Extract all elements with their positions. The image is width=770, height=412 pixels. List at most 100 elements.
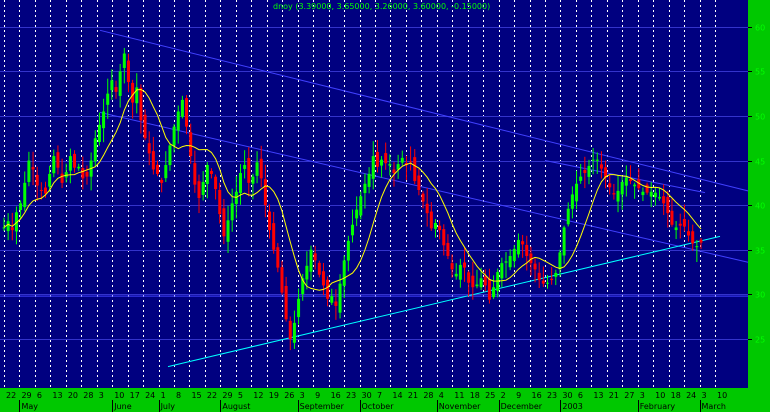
- candle-body: [131, 82, 135, 103]
- candle-body: [645, 184, 649, 193]
- candle-body: [562, 227, 566, 256]
- candle-body: [450, 263, 454, 270]
- candle-body: [122, 53, 126, 68]
- candle-body: [77, 166, 81, 169]
- candle-body: [288, 320, 292, 339]
- x-day-label: 17: [130, 391, 140, 400]
- candle-body: [575, 183, 579, 202]
- candle-body: [479, 278, 483, 288]
- x-day-label: 5: [238, 391, 243, 400]
- candle-body: [226, 220, 230, 242]
- candle-body: [263, 179, 267, 206]
- candle-body: [156, 164, 160, 174]
- candle-body: [81, 168, 85, 179]
- candle-body: [43, 187, 47, 194]
- candle-body: [533, 263, 537, 270]
- candle-body: [512, 248, 516, 262]
- x-day-label: 26: [284, 391, 294, 400]
- x-day-label: 19: [269, 391, 279, 400]
- candle-body: [658, 197, 662, 199]
- candle-body: [467, 272, 471, 283]
- candle-body: [214, 176, 218, 190]
- candle-body: [595, 159, 599, 161]
- candle-body: [521, 241, 525, 245]
- candle-body: [189, 132, 193, 157]
- x-month-label: September: [300, 402, 345, 411]
- candle-body: [666, 196, 670, 214]
- candle-body: [442, 229, 446, 246]
- x-day-label: 12: [253, 391, 263, 400]
- x-month-label: February: [640, 402, 676, 411]
- chart-title: dnoy (3.39000, 3.65000, 3.26000, 3.60000…: [273, 2, 490, 11]
- x-month-label: March: [702, 402, 726, 411]
- candle-body: [624, 177, 628, 186]
- candle-body: [164, 165, 168, 179]
- candle-body: [346, 240, 350, 261]
- candle-body: [255, 162, 259, 176]
- candle-body: [297, 298, 301, 318]
- candle-body: [662, 196, 666, 204]
- candle-body: [326, 279, 330, 299]
- x-day-label: 4: [439, 391, 444, 400]
- y-tick-label: 60: [755, 24, 765, 33]
- candle-body: [31, 166, 35, 170]
- candle-body: [143, 114, 147, 139]
- x-month-label: December: [501, 402, 543, 411]
- candle-body: [417, 175, 421, 190]
- candle-body: [268, 211, 272, 231]
- candle-body: [338, 283, 342, 313]
- x-day-label: 2: [501, 391, 506, 400]
- candle-body: [56, 152, 60, 168]
- candle-body: [168, 145, 172, 166]
- candle-body: [284, 286, 288, 320]
- x-day-label: 3: [702, 391, 707, 400]
- candle-body: [558, 252, 562, 270]
- candle-body: [355, 209, 359, 219]
- x-month-label: August: [222, 402, 250, 411]
- x-day-label: 11: [454, 391, 464, 400]
- candle-body: [641, 191, 645, 196]
- x-day-label: 18: [671, 391, 681, 400]
- candle-body: [93, 138, 97, 162]
- plot-background: [0, 0, 748, 388]
- y-tick-label: 45: [755, 158, 765, 167]
- candle-body: [247, 158, 251, 183]
- candle-body: [10, 227, 14, 231]
- x-day-label: 22: [6, 391, 16, 400]
- candle-body: [230, 203, 234, 221]
- candle-body: [380, 159, 384, 166]
- x-day-label: 10: [717, 391, 727, 400]
- y-tick-label: 30: [755, 291, 765, 300]
- candle-body: [392, 169, 396, 174]
- x-month-label: June: [113, 402, 131, 411]
- candle-body: [375, 151, 379, 167]
- x-month-label: October: [362, 402, 395, 411]
- candle-body: [674, 227, 678, 231]
- candle-body: [545, 282, 549, 284]
- x-day-label: 10: [114, 391, 124, 400]
- candle-body: [19, 203, 23, 211]
- candle-body: [454, 273, 458, 277]
- candle-body: [342, 260, 346, 286]
- candle-body: [591, 159, 595, 161]
- x-day-label: 24: [686, 391, 696, 400]
- candle-body: [628, 178, 632, 182]
- candle-body: [487, 279, 491, 300]
- candle-body: [209, 170, 213, 174]
- candle-body: [160, 179, 164, 183]
- candle-body: [197, 181, 201, 199]
- candle-body: [305, 265, 309, 280]
- x-month-label: July: [160, 402, 176, 411]
- candle-body: [334, 301, 338, 306]
- candle-body: [68, 156, 72, 171]
- candle-body: [691, 231, 695, 244]
- candle-body: [193, 163, 197, 185]
- candle-body: [371, 156, 375, 179]
- candle-body: [272, 223, 276, 250]
- candle-body: [351, 224, 354, 236]
- candle-body: [433, 222, 437, 229]
- x-day-label: 8: [176, 391, 181, 400]
- x-day-label: 13: [593, 391, 603, 400]
- candle-body: [537, 272, 541, 281]
- x-day-label: 22: [207, 391, 217, 400]
